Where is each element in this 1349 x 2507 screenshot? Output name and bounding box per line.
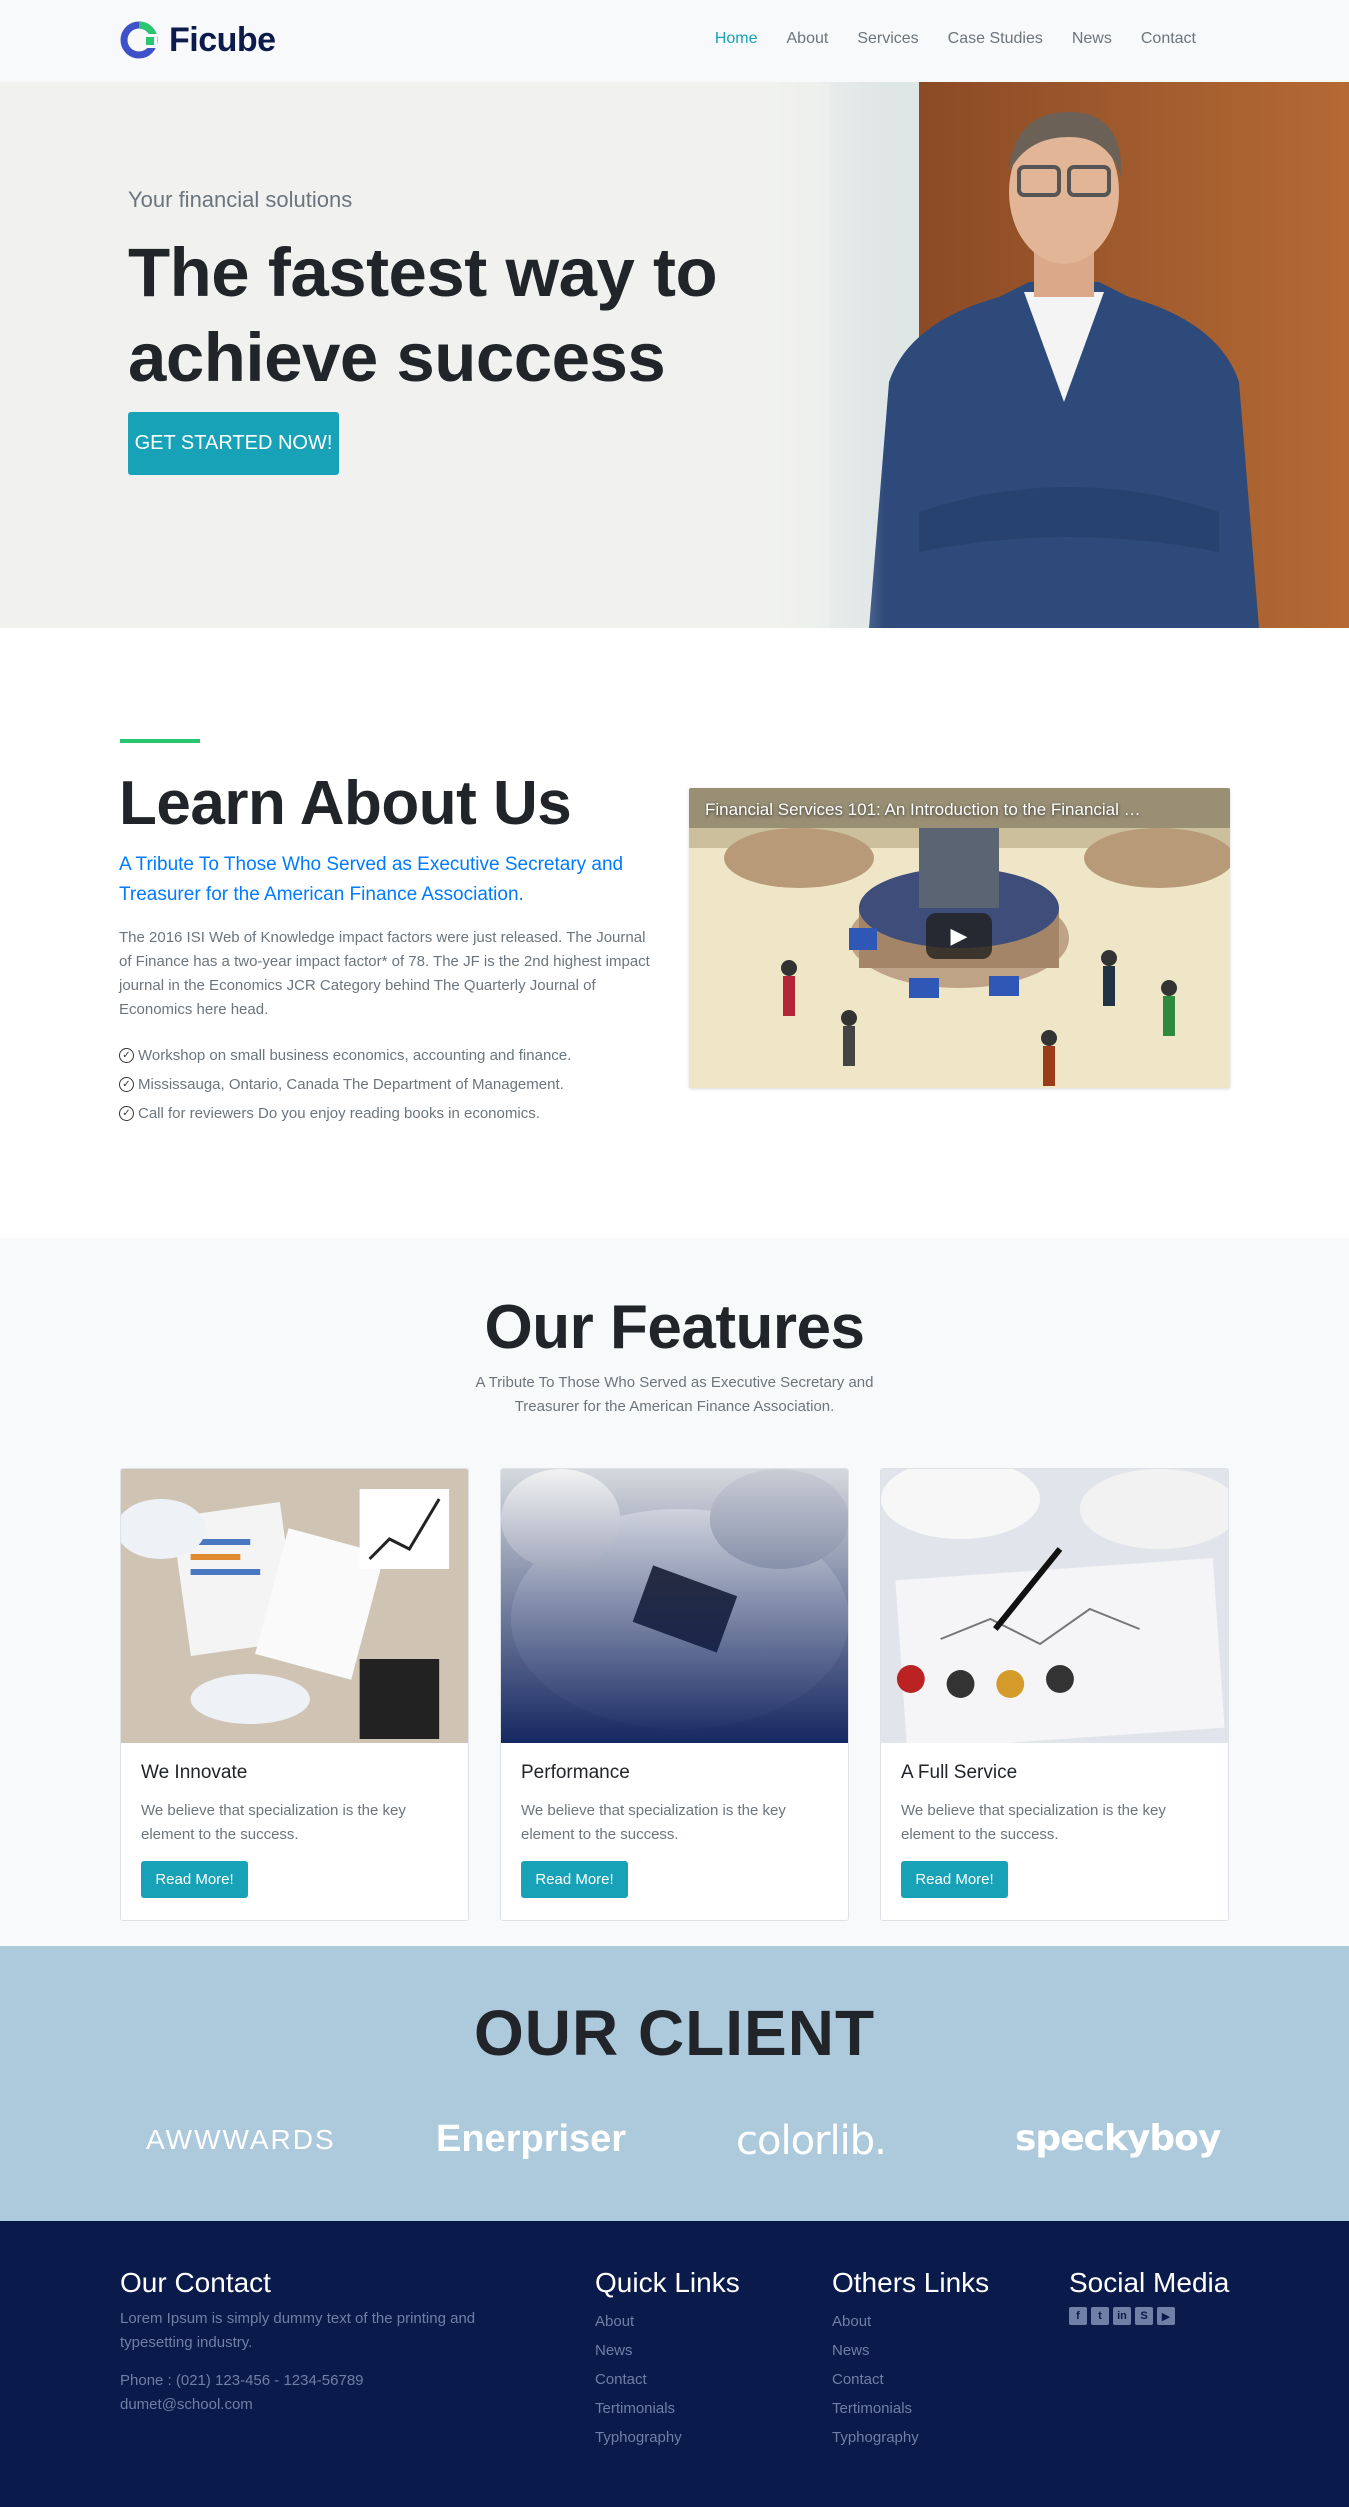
feature-card: A Full Service We believe that specializ… [880, 1468, 1229, 1921]
navbar: Ficube Home About Services Case Studies … [0, 0, 1349, 82]
features-title: Our Features [484, 1293, 865, 1362]
nav-contact[interactable]: Contact [1130, 30, 1207, 48]
video-player[interactable]: Financial Services 101: An Introduction … [689, 788, 1230, 1088]
client-title: OUR CLIENT [473, 1997, 876, 2069]
facebook-icon[interactable]: f [1069, 2307, 1087, 2325]
feature-card-title: Performance [521, 1762, 630, 1783]
footer-social: Social Media f t in S ▶ [1069, 2267, 1229, 2325]
footer: Our Contact Lorem Ipsum is simply dummy … [0, 2221, 1349, 2507]
feature-image-performance [501, 1469, 848, 1743]
linkedin-icon[interactable]: in [1113, 2307, 1131, 2325]
footer-link-contact[interactable]: Contact [595, 2365, 740, 2394]
social-icons: f t in S ▶ [1069, 2307, 1229, 2325]
about-lead: A Tribute To Those Who Served as Executi… [119, 854, 624, 905]
video-title: Financial Services 101: An Introduction … [705, 800, 1145, 819]
about-body: The 2016 ISI Web of Knowledge impact fac… [119, 929, 650, 1018]
read-more-button[interactable]: Read More! [141, 1861, 248, 1898]
read-more-button[interactable]: Read More! [521, 1861, 628, 1898]
footer-link-about[interactable]: About [595, 2307, 740, 2336]
footer-email[interactable]: dumet@school.com [120, 2393, 540, 2417]
feature-card-title: We Innovate [141, 1762, 248, 1783]
footer-contact-title: Our Contact [120, 2267, 271, 2298]
footer-other-links-title: Others Links [832, 2267, 990, 2298]
footer-quick-links-title: Quick Links [595, 2267, 740, 2298]
feature-image-innovate [121, 1469, 468, 1743]
enerpriser-logo[interactable]: Enerpriser [436, 2118, 626, 2161]
features-section: Our Features A Tribute To Those Who Serv… [0, 1238, 1349, 1946]
client-section: OUR CLIENT AWWWARDS Enerpriser colorlib.… [0, 1946, 1349, 2221]
nav-about[interactable]: About [776, 30, 840, 48]
list-item: ✓ Mississauga, Ontario, Canada The Depart… [119, 1070, 571, 1099]
nav-case-studies[interactable]: Case Studies [937, 30, 1054, 48]
footer-link-testimonials[interactable]: Tertimonials [832, 2394, 989, 2423]
list-item: ✓ Call for reviewers Do you enjoy reading… [119, 1099, 571, 1128]
brand-name: Ficube [169, 20, 276, 59]
about-list: ✓ Workshop on small business economics, a… [119, 1041, 571, 1128]
feature-card: We Innovate We believe that specializati… [120, 1468, 469, 1921]
youtube-icon[interactable]: ▶ [1157, 2307, 1175, 2325]
features-subtitle: A Tribute To Those Who Served as Executi… [475, 1374, 874, 1415]
footer-link-news[interactable]: News [832, 2336, 989, 2365]
nav-home[interactable]: Home [704, 30, 769, 48]
section-accent-bar [120, 739, 200, 743]
nav-news[interactable]: News [1061, 30, 1123, 48]
hero-title: The fastest way to achieve success [128, 234, 718, 396]
footer-other-links: Others Links About News Contact Tertimon… [832, 2267, 989, 2452]
nav-services[interactable]: Services [846, 30, 929, 48]
twitter-icon[interactable]: t [1091, 2307, 1109, 2325]
check-circle-icon: ✓ [119, 1106, 134, 1121]
get-started-button[interactable]: GET STARTED NOW! [128, 412, 339, 475]
footer-phone: Phone : (021) 123-456 - 1234-56789 [120, 2372, 364, 2389]
hero-subtitle: Your financial solutions [128, 187, 353, 212]
check-circle-icon: ✓ [119, 1048, 134, 1063]
brand-logo[interactable]: Ficube [119, 18, 276, 62]
check-circle-icon: ✓ [119, 1077, 134, 1092]
colorlib-logo[interactable]: colorlib. [736, 2118, 887, 2164]
feature-image-full-service [881, 1469, 1228, 1743]
logo-mark-icon [120, 21, 158, 59]
skype-icon[interactable]: S [1135, 2307, 1153, 2325]
footer-quick-links: Quick Links About News Contact Tertimoni… [595, 2267, 740, 2452]
feature-card-text: We believe that specialization is the ke… [901, 1802, 1166, 1843]
read-more-button[interactable]: Read More! [901, 1861, 1008, 1898]
list-item: ✓ Workshop on small business economics, a… [119, 1041, 571, 1070]
footer-contact: Our Contact Lorem Ipsum is simply dummy … [120, 2267, 540, 2417]
hero-section: Your financial solutions The fastest way… [0, 82, 1349, 628]
nav-links: Home About Services Case Studies News Co… [697, 30, 1207, 48]
feature-card: Performance We believe that specializati… [500, 1468, 849, 1921]
footer-contact-text: Lorem Ipsum is simply dummy text of the … [120, 2310, 476, 2351]
footer-link-about[interactable]: About [832, 2307, 989, 2336]
footer-link-news[interactable]: News [595, 2336, 740, 2365]
play-icon[interactable]: ▶ [926, 913, 992, 959]
feature-card-text: We believe that specialization is the ke… [521, 1802, 786, 1843]
footer-link-typography[interactable]: Typhography [595, 2423, 740, 2452]
footer-link-typography[interactable]: Typhography [832, 2423, 989, 2452]
hero-businessman-image [769, 82, 1349, 628]
footer-link-testimonials[interactable]: Tertimonials [595, 2394, 740, 2423]
footer-social-title: Social Media [1069, 2267, 1230, 2298]
about-title: Learn About Us [119, 769, 572, 838]
about-section: Learn About Us A Tribute To Those Who Se… [0, 628, 1349, 1238]
feature-card-text: We believe that specialization is the ke… [141, 1802, 406, 1843]
speckyboy-logo[interactable]: speckyboy [1015, 2118, 1221, 2159]
feature-card-title: A Full Service [901, 1762, 1018, 1783]
awwwards-logo[interactable]: AWWWARDS [146, 2124, 336, 2156]
footer-link-contact[interactable]: Contact [832, 2365, 989, 2394]
